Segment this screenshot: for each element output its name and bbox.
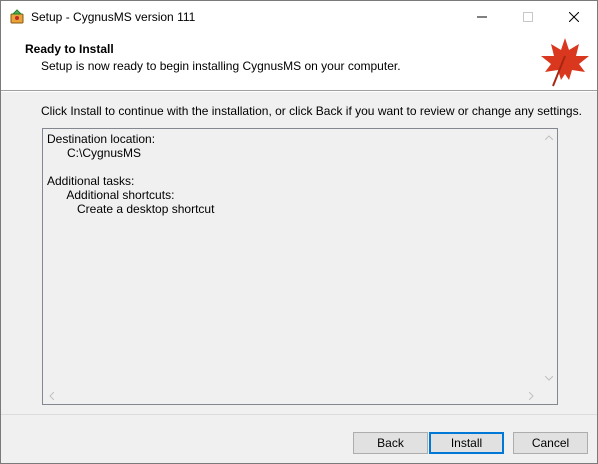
maple-leaf-icon [539, 36, 591, 88]
horizontal-scrollbar[interactable] [43, 387, 540, 404]
minimize-button[interactable] [459, 1, 505, 32]
memo-line: Create a desktop shortcut [47, 202, 215, 216]
ready-memo[interactable]: Destination location: C:\CygnusMS Additi… [42, 128, 558, 405]
memo-line [47, 160, 537, 174]
cancel-button[interactable]: Cancel [513, 432, 588, 454]
back-button[interactable]: Back [353, 432, 428, 454]
close-button[interactable] [551, 1, 597, 32]
memo-content: Destination location: C:\CygnusMS Additi… [47, 132, 537, 216]
maximize-icon [523, 11, 533, 22]
memo-line: Additional tasks: [47, 174, 135, 188]
page-title: Ready to Install [25, 42, 114, 56]
memo-line: C:\CygnusMS [47, 146, 142, 160]
scrollbar-corner [540, 387, 557, 404]
scroll-right-icon[interactable] [523, 387, 540, 404]
maximize-button[interactable] [505, 1, 551, 32]
minimize-icon [477, 16, 487, 17]
app-icon [9, 8, 25, 24]
title-bar: Setup - CygnusMS version 111 [1, 1, 597, 32]
page-subtitle: Setup is now ready to begin installing C… [41, 59, 401, 73]
wizard-header: Ready to Install Setup is now ready to b… [1, 32, 597, 90]
scroll-up-icon[interactable] [540, 129, 557, 146]
memo-line: Additional shortcuts: [47, 188, 175, 202]
instruction-text: Click Install to continue with the insta… [41, 104, 582, 118]
setup-window: Setup - CygnusMS version 111 Ready to In… [0, 0, 598, 464]
window-title: Setup - CygnusMS version 111 [31, 10, 196, 24]
close-icon [569, 11, 579, 22]
scroll-down-icon[interactable] [540, 370, 557, 387]
memo-line: Destination location: [47, 132, 156, 146]
install-button[interactable]: Install [429, 432, 504, 454]
footer-divider [1, 414, 597, 415]
header-divider [1, 90, 597, 92]
vertical-scrollbar[interactable] [540, 129, 557, 387]
scroll-left-icon[interactable] [43, 387, 60, 404]
